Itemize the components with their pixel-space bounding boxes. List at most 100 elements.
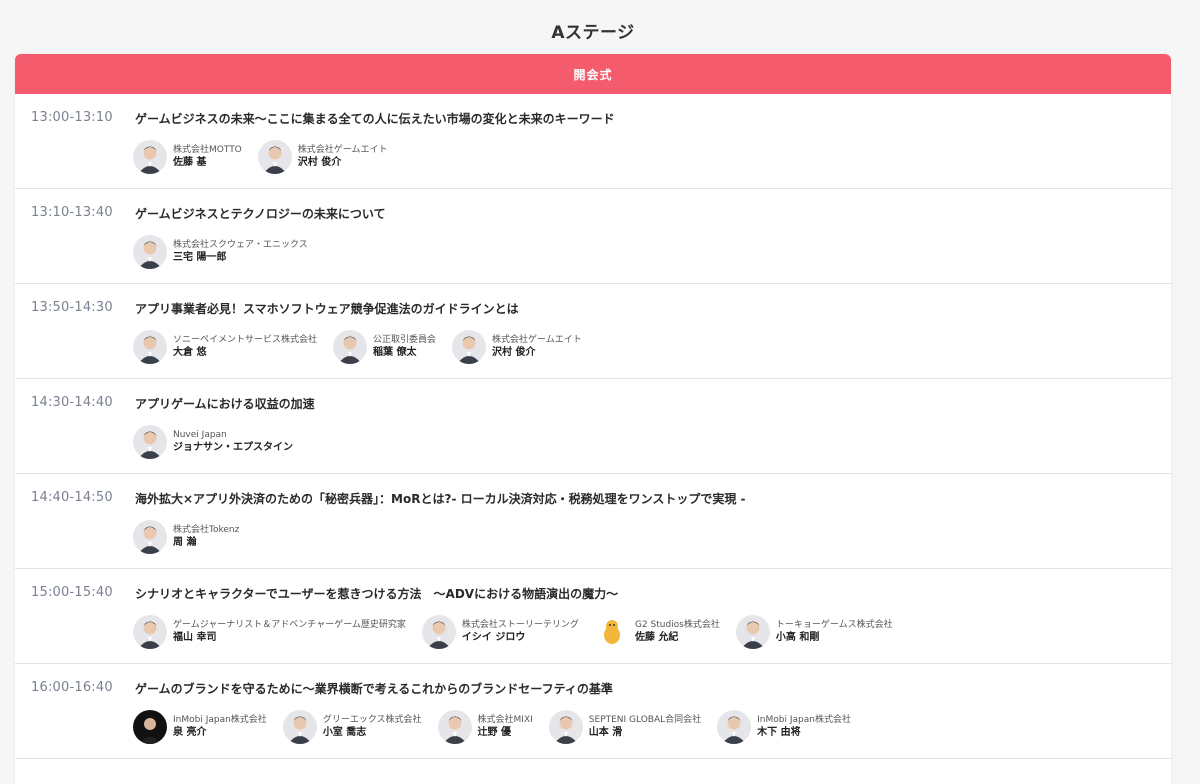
speaker-name: 小高 和剛 [775,632,820,643]
speaker-list: 株式会社スクウェア・エニックス 三宅 陽一郎 [133,235,324,269]
speaker-organization: グリーエックス株式会社 [322,715,422,725]
speaker: トーキョーゲームス株式会社 小高 和剛 [735,615,893,649]
speaker-info: SEPTENI GLOBAL合同会社 山本 滑 [589,714,701,740]
session-row: 13:00-13:10 ゲームビジネスの未来〜ここに集まる全ての人に伝えたい市場の… [15,94,1171,189]
session-title: ゲームのブランドを守るために〜業界横断で考えるこれからのブランドセーフティの基準 [135,682,613,696]
speaker-organization: 株式会社Tokenz [173,525,240,535]
speaker-list: InMobi Japan株式会社泉 亮介 グリーエックス株式会社 小室 喬志 株式会社… [133,710,867,744]
speaker-info: グリーエックス株式会社 小室 喬志 [323,714,422,740]
speaker-info: 株式会社ストーリーテリング イシイ ジロウ [462,619,579,645]
speaker-name: 周 瀚 [173,537,197,548]
speaker-name: 沢村 俊介 [492,347,536,358]
speaker: 株式会社スクウェア・エニックス 三宅 陽一郎 [133,235,308,269]
speaker-list: ゲームジャーナリスト＆アドベンチャーゲーム歴史研究家 福山 幸司 株式会社ストーリー… [133,615,909,649]
session-row: 14:30-14:40 アプリゲームにおける収益の加速 Nuvei Japan ジョナ… [15,379,1171,474]
session-title: 海外拡大×アプリ外決済のための「秘密兵器」：MoRとは?- ローカル決済対応・税… [135,492,746,506]
speaker-list: 株式会社MOTTO 佐藤 基 株式会社ゲームエイト 沢村 俊介 [133,140,404,174]
session-time: 14:30-14:40 [31,395,113,410]
speaker-avatar [594,615,629,649]
speaker-info: 株式会社ゲームエイト 沢村 俊介 [298,144,388,170]
speaker: Nuvei Japan ジョナサン・エプスタイン [133,425,293,459]
speaker-avatar [437,710,472,744]
session-title: シナリオとキャラクターでユーザーを惹きつける方法 〜ADVにおける物語演出の魔力… [135,587,619,601]
speaker: グリーエックス株式会社 小室 喬志 [282,710,422,744]
speaker-organization: 株式会社ゲームエイト [297,145,388,155]
speaker-organization: InMobi Japan株式会社 [173,715,267,725]
speaker-organization: トーキョーゲームス株式会社 [775,620,893,630]
speaker-organization: InMobi Japan株式会社 [757,715,851,725]
speaker-info: Nuvei Japan ジョナサン・エプスタイン [173,429,293,455]
speaker-name: 山本 滑 [588,727,623,738]
speaker-info: 株式会社Tokenz 周 瀚 [173,524,239,550]
speaker: ソニーペイメントサービス株式会社 大倉 悠 [133,330,317,364]
speaker-organization: 株式会社スクウェア・エニックス [173,240,308,250]
speaker-list: ソニーペイメントサービス株式会社 大倉 悠 公正取引委員会 稲葉 僚太 株式会社ゲームエ… [133,330,598,364]
speaker: 株式会社MIXI 辻野 優 [437,710,533,744]
speaker-avatar [452,330,487,364]
speaker-organization: ゲームジャーナリスト＆アドベンチャーゲーム歴史研究家 [173,620,406,630]
speaker-name: 福山 幸司 [173,632,217,643]
speaker-name: 佐藤 允紀 [634,632,679,643]
speaker-avatar [421,615,456,649]
session-time: 15:00-15:40 [31,585,113,600]
speaker-avatar [333,330,368,364]
session-time: 14:40-14:50 [31,490,113,505]
speaker-list: 株式会社Tokenz 周 瀚 [133,520,255,554]
speaker-organization: Nuvei Japan [173,430,227,440]
speaker: G2 Studios株式会社 佐藤 允紀 [594,615,720,649]
speaker-avatar [133,330,167,364]
speaker-avatar [133,425,167,459]
opening-ceremony-label: 開会式 [573,67,613,82]
speaker-organization: 公正取引委員会 [373,335,437,345]
speaker-organization: SEPTENI GLOBAL合同会社 [588,715,702,725]
speaker-organization: 株式会社ゲームエイト [492,335,582,345]
session-title: アプリ事業者必見！スマホソフトウェア競争促進法のガイドラインとは [135,302,519,316]
session-row: 14:40-14:50 海外拡大×アプリ外決済のための「秘密兵器」：MoRとは?-… [15,474,1171,569]
speaker-info: 株式会社MIXI 辻野 優 [478,714,533,740]
speaker-avatar [257,140,292,174]
speaker: 公正取引委員会 稲葉 僚太 [333,330,436,364]
speaker-info: 株式会社ゲームエイト 沢村 俊介 [492,334,582,360]
speaker: 株式会社ゲームエイト 沢村 俊介 [257,140,388,174]
speaker: 株式会社MOTTO 佐藤 基 [133,140,242,174]
session-time: 13:50-14:30 [31,300,113,315]
speaker-name: 泉 亮介 [173,727,207,738]
speaker: InMobi Japan株式会社 木下 由将 [717,710,851,744]
speaker-organization: ソニーペイメントサービス株式会社 [173,335,318,345]
speaker: ゲームジャーナリスト＆アドベンチャーゲーム歴史研究家 福山 幸司 [133,615,406,649]
session-row: 15:00-15:40 シナリオとキャラクターでユーザーを惹きつける方法 〜ADV… [15,569,1171,664]
speaker: InMobi Japan株式会社泉 亮介 [133,710,267,744]
speaker-avatar [282,710,317,744]
stage-title: Aステージ [551,23,635,43]
speaker-info: ゲームジャーナリスト＆アドベンチャーゲーム歴史研究家 福山 幸司 [173,619,406,645]
speaker-info: トーキョーゲームス株式会社 小高 和剛 [776,619,893,645]
session-list: 13:00-13:10 ゲームビジネスの未来〜ここに集まる全ての人に伝えたい市場の… [15,94,1171,759]
speaker-organization: 株式会社MOTTO [173,145,242,155]
speaker-info: InMobi Japan株式会社泉 亮介 [173,714,267,740]
speaker-avatar [548,710,583,744]
speaker-name: 稲葉 僚太 [373,347,417,358]
speaker: 株式会社ゲームエイト 沢村 俊介 [452,330,582,364]
speaker-avatar [133,140,167,174]
schedule-card: 開会式 13:00-13:10 ゲームビジネスの未来〜ここに集まる全ての人に伝えた… [15,54,1171,784]
speaker-info: 株式会社MOTTO 佐藤 基 [173,144,242,170]
speaker-list: Nuvei Japan ジョナサン・エプスタイン [133,425,309,459]
speaker-name: 大倉 悠 [173,347,207,358]
session-time: 13:00-13:10 [31,110,113,125]
speaker: 株式会社Tokenz 周 瀚 [133,520,239,554]
speaker-organization: G2 Studios株式会社 [634,620,720,630]
speaker-name: 辻野 優 [477,727,512,738]
speaker-avatar [735,615,770,649]
session-title: アプリゲームにおける収益の加速 [135,397,315,411]
speaker-organization: 株式会社MIXI [477,715,533,725]
speaker-name: ジョナサン・エプスタイン [173,442,293,453]
session-time: 13:10-13:40 [31,205,113,220]
session-time: 16:00-16:40 [31,680,113,695]
speaker-name: イシイ ジロウ [461,632,526,643]
speaker-name: 佐藤 基 [173,157,207,168]
session-row: 13:50-14:30 アプリ事業者必見！スマホソフトウェア競争促進法のガイドライ… [15,284,1171,379]
speaker: 株式会社ストーリーテリング イシイ ジロウ [421,615,579,649]
session-row: 16:00-16:40 ゲームのブランドを守るために〜業界横断で考えるこれからのブ… [15,664,1171,759]
speaker-name: 沢村 俊介 [297,157,342,168]
speaker: SEPTENI GLOBAL合同会社 山本 滑 [548,710,701,744]
